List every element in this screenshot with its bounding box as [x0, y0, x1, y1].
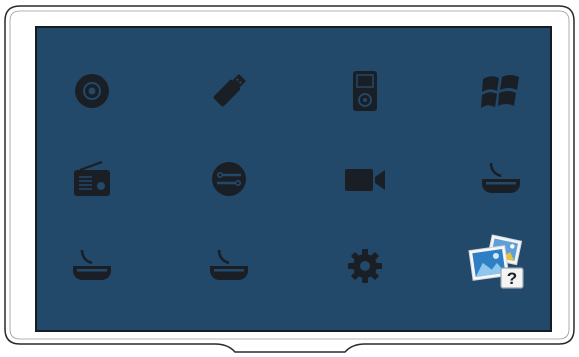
settings-gear-icon [348, 249, 382, 283]
input-source-grid: ? [37, 28, 550, 330]
source-usb[interactable] [199, 61, 259, 121]
unknown-photo-icon: ? [468, 234, 524, 289]
tv-screen: ? [35, 26, 552, 332]
media-player-icon [353, 71, 377, 111]
hdmi-input-icon [73, 249, 111, 280]
source-hdmi-3[interactable] [199, 236, 259, 296]
svg-text:?: ? [507, 269, 517, 288]
source-network[interactable] [199, 149, 259, 209]
usb-drive-icon [213, 74, 246, 107]
source-media-player[interactable] [335, 61, 395, 121]
source-unknown[interactable]: ? [467, 232, 527, 292]
windows-logo-icon [481, 75, 519, 108]
source-hdmi-2[interactable] [62, 236, 122, 296]
source-windows[interactable] [471, 61, 531, 121]
video-camera-icon [345, 169, 385, 191]
network-share-icon [212, 162, 246, 196]
source-hdmi-1[interactable] [471, 149, 531, 209]
hdmi-input-icon [482, 162, 520, 193]
hdmi-input-icon [210, 249, 248, 280]
radio-icon [74, 160, 110, 196]
source-camera[interactable] [335, 149, 395, 209]
settings[interactable] [335, 236, 395, 296]
source-radio[interactable] [62, 149, 122, 209]
source-disc[interactable] [62, 61, 122, 121]
disc-icon [75, 74, 109, 108]
